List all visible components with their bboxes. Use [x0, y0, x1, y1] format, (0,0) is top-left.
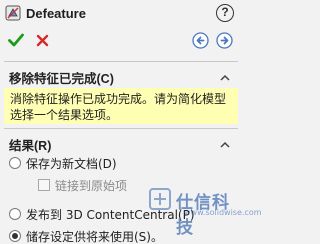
back-button[interactable] [192, 32, 209, 49]
x-icon [36, 34, 49, 47]
divider [4, 61, 238, 62]
link-to-original-label: 链接到原始项 [55, 179, 128, 193]
link-to-original-checkbox[interactable] [38, 179, 50, 191]
results-section-title[interactable]: 结果(R) [9, 135, 51, 154]
help-button[interactable]: ? [216, 4, 234, 22]
forward-button[interactable] [216, 32, 233, 49]
checkmark-icon [8, 33, 24, 47]
page-title: Defeature [26, 6, 86, 21]
message-section-title[interactable]: 移除特征已完成(C) [9, 68, 114, 87]
cancel-button[interactable] [36, 34, 49, 47]
completion-message: 消除特征操作已成功完成。请为简化模型选择一个结果选项。 [10, 92, 227, 122]
store-settings-label[interactable]: 储存设定供将来使用(S)。 [26, 228, 163, 244]
save-as-new-document-label[interactable]: 保存为新文档(D) [26, 155, 117, 172]
publish-to-3d-contentcentral-radio[interactable] [9, 208, 21, 220]
property-manager-header: Defeature ? [0, 0, 242, 28]
chevron-up-icon[interactable] [220, 141, 230, 148]
chevron-up-icon[interactable] [220, 74, 230, 81]
watermark-url: www.solidwise.com [184, 208, 262, 217]
message-box: 消除特征操作已成功完成。请为简化模型选择一个结果选项。 [4, 88, 238, 124]
ok-button[interactable] [8, 33, 24, 47]
watermark-logo [149, 188, 171, 210]
divider [4, 128, 238, 129]
store-settings-radio[interactable] [9, 230, 21, 242]
defeature-icon [5, 5, 21, 21]
save-as-new-document-radio[interactable] [9, 157, 21, 169]
